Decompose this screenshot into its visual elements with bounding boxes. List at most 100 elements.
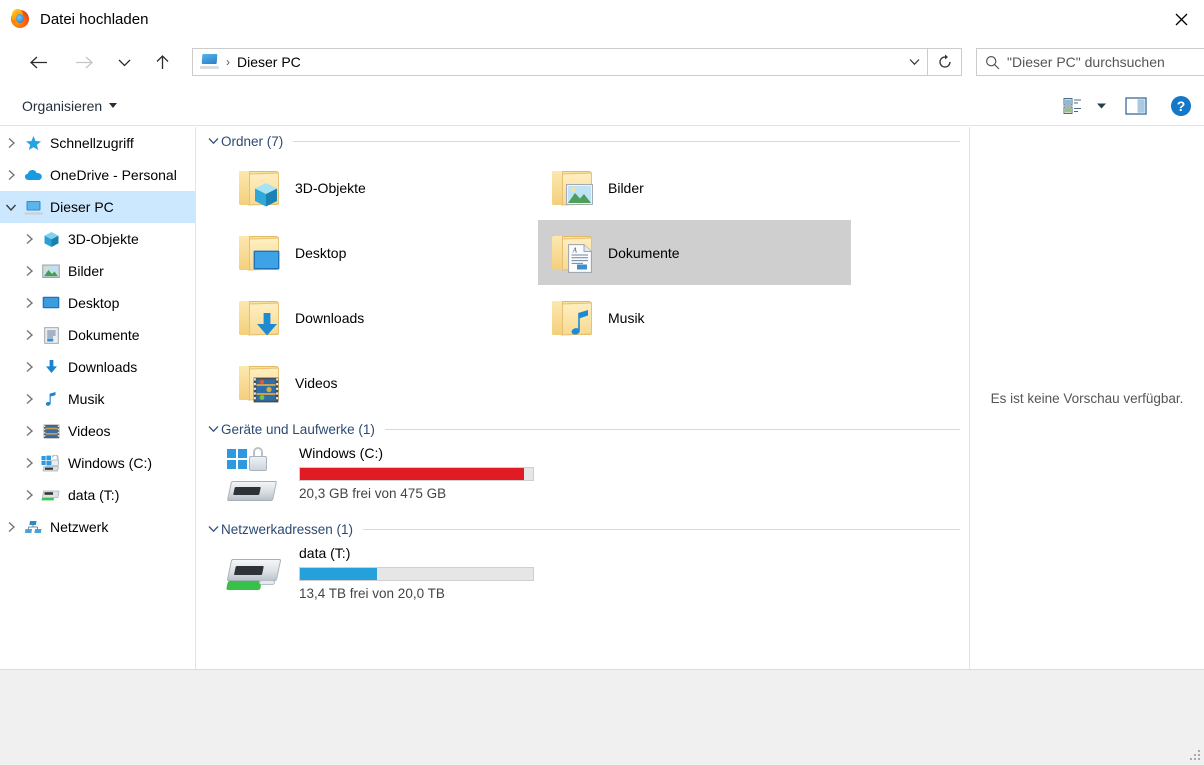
section-title: Ordner (7) <box>221 134 283 149</box>
sidebar-item-label: Videos <box>68 423 111 439</box>
view-options-icon[interactable] <box>1058 91 1088 121</box>
navigation-bar: › Dieser PC "Dieser PC" durchsuchen <box>0 38 1204 86</box>
chevron-down-icon[interactable] <box>205 525 221 533</box>
command-bar-right-group: ? <box>1058 91 1204 121</box>
folder-item[interactable]: Musik <box>538 285 851 350</box>
documents-icon <box>40 326 62 344</box>
drive-free-space-text: 13,4 TB frei von 20,0 TB <box>299 586 534 601</box>
view-options-chevron-down-icon[interactable] <box>1088 91 1114 121</box>
help-icon[interactable]: ? <box>1158 91 1204 121</box>
chevron-right-icon[interactable] <box>18 457 40 469</box>
sidebar-item-data-t[interactable]: data (T:) <box>0 479 195 511</box>
chevron-down-icon[interactable] <box>0 203 22 212</box>
windows-logo-icon <box>227 449 247 469</box>
chevron-right-icon[interactable] <box>18 361 40 373</box>
network-drive-icon <box>40 486 62 504</box>
chevron-down-icon <box>109 103 117 108</box>
network-drive-icon <box>225 547 291 605</box>
quick-access-star-icon <box>22 134 44 152</box>
sidebar-item-label: Netzwerk <box>50 519 108 535</box>
chevron-right-icon[interactable] <box>18 425 40 437</box>
folder-item[interactable]: Videos <box>225 350 538 415</box>
chevron-right-icon[interactable] <box>18 329 40 341</box>
address-bar[interactable]: › Dieser PC <box>192 48 928 76</box>
address-chevron-down-icon[interactable] <box>901 58 927 66</box>
preview-pane-icon[interactable] <box>1114 91 1158 121</box>
sidebar-item-schnellzugriff[interactable]: Schnellzugriff <box>0 127 195 159</box>
sidebar-item-netzwerk[interactable]: Netzwerk <box>0 511 195 543</box>
chevron-right-icon[interactable] <box>18 489 40 501</box>
chevron-down-icon[interactable] <box>205 425 221 433</box>
pictures-icon <box>40 262 62 280</box>
sidebar-item-downloads[interactable]: Downloads <box>0 351 195 383</box>
refresh-icon[interactable] <box>928 48 962 76</box>
sidebar-item-label: Dieser PC <box>50 199 114 215</box>
windows-drive-locked-icon <box>225 447 291 505</box>
resize-grip[interactable] <box>1189 750 1201 762</box>
folder-item[interactable]: Downloads <box>225 285 538 350</box>
folder-item-label: 3D-Objekte <box>295 180 366 196</box>
videos-folder-icon <box>233 357 289 409</box>
back-icon[interactable] <box>24 47 52 77</box>
desktop-folder-icon <box>233 227 289 279</box>
windows-drive-icon <box>40 454 62 472</box>
drive-label: Windows (C:) <box>299 445 383 461</box>
folder-item[interactable]: Bilder <box>538 155 851 220</box>
chevron-right-icon[interactable] <box>18 297 40 309</box>
drive-item[interactable]: Windows (C:)20,3 GB frei von 475 GB <box>197 443 968 515</box>
sidebar-item-bilder[interactable]: Bilder <box>0 255 195 287</box>
sidebar-item-label: Musik <box>68 391 105 407</box>
chevron-right-icon[interactable] <box>18 233 40 245</box>
folder-item[interactable]: Desktop <box>225 220 538 285</box>
3d-objects-icon <box>40 230 62 248</box>
videos-icon <box>40 422 62 440</box>
sidebar-item-dieser-pc[interactable]: Dieser PC <box>0 191 195 223</box>
recent-locations-chevron-down-icon[interactable] <box>110 47 138 77</box>
chevron-right-icon[interactable] <box>18 265 40 277</box>
section-divider <box>385 429 960 430</box>
chevron-right-icon[interactable] <box>0 521 22 533</box>
chevron-right-icon[interactable] <box>18 393 40 405</box>
music-folder-icon <box>546 292 602 344</box>
sidebar-item-label: Downloads <box>68 359 137 375</box>
onedrive-cloud-icon <box>22 166 44 184</box>
folder-item[interactable]: 3D-Objekte <box>225 155 538 220</box>
file-list-area[interactable]: Ordner (7) 3D-Objekte BilderDesktopADokume… <box>197 127 968 669</box>
sidebar-item-onedrive-personal[interactable]: OneDrive - Personal <box>0 159 195 191</box>
folder-item-label: Dokumente <box>608 245 680 261</box>
up-one-level-icon[interactable] <box>148 47 176 77</box>
sidebar-item-musik[interactable]: Musik <box>0 383 195 415</box>
forward-icon[interactable] <box>70 47 98 77</box>
section-header-3[interactable]: Netzwerkadressen (1) <box>197 515 968 543</box>
sidebar-item-label: Schnellzugriff <box>50 135 134 151</box>
sidebar-item-windows-c[interactable]: Windows (C:) <box>0 447 195 479</box>
sidebar-item-desktop[interactable]: Desktop <box>0 287 195 319</box>
pictures-folder-icon <box>546 162 602 214</box>
sidebar-item-videos[interactable]: Videos <box>0 415 195 447</box>
chevron-right-icon[interactable] <box>0 169 22 181</box>
chevron-down-icon[interactable] <box>205 137 221 145</box>
folder-item[interactable]: ADokumente <box>538 220 851 285</box>
breadcrumb-item-dieser-pc[interactable]: Dieser PC <box>237 54 301 70</box>
search-placeholder: "Dieser PC" durchsuchen <box>1007 54 1165 70</box>
close-icon[interactable] <box>1158 0 1204 38</box>
section-header-2[interactable]: Geräte und Laufwerke (1) <box>197 415 968 443</box>
network-drive-indicator-icon <box>226 581 262 590</box>
downloads-icon <box>40 358 62 376</box>
sidebar-item-3d-objekte[interactable]: 3D-Objekte <box>0 223 195 255</box>
folder-item-label: Musik <box>608 310 645 326</box>
drive-item[interactable]: data (T:)13,4 TB frei von 20,0 TB <box>197 543 968 615</box>
organize-button[interactable]: Organisieren <box>22 98 117 114</box>
breadcrumb[interactable]: › Dieser PC <box>193 54 901 70</box>
sidebar-item-dokumente[interactable]: Dokumente <box>0 319 195 351</box>
search-input[interactable]: "Dieser PC" durchsuchen <box>976 48 1204 76</box>
this-pc-icon <box>200 54 220 70</box>
dialog-footer: Dateiname: Alle Dateien (*.*) Öffnen Abb… <box>0 669 1204 765</box>
downloads-folder-icon <box>233 292 289 344</box>
sidebar-item-label: Dokumente <box>68 327 140 343</box>
hard-disk-icon <box>227 481 277 501</box>
chevron-right-icon[interactable] <box>0 137 22 149</box>
sidebar-item-label: OneDrive - Personal <box>50 167 177 183</box>
navigation-tree[interactable]: Schnellzugriff OneDrive - Personal Dieser … <box>0 127 196 669</box>
section-header-1[interactable]: Ordner (7) <box>197 127 968 155</box>
